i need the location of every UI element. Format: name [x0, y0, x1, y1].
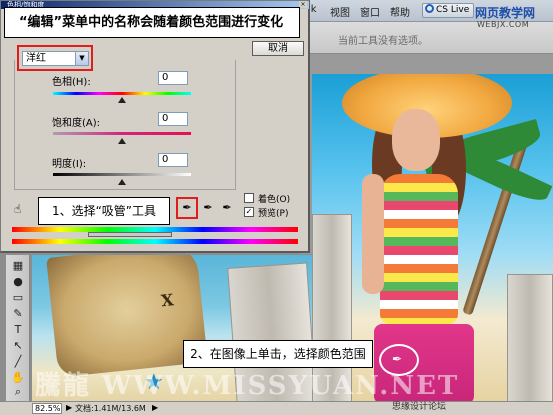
status-arrow-icon[interactable]: ▶ [152, 403, 158, 412]
saturation-slider-thumb[interactable] [118, 138, 126, 144]
options-text: 当前工具没有选项。 [338, 36, 428, 47]
menu-item-window[interactable]: 窗口 [360, 4, 380, 19]
close-icon[interactable]: × [299, 1, 307, 8]
colorize-label: 着色(O) [258, 195, 291, 205]
hand-icon[interactable]: ✋ [10, 371, 26, 385]
hand-drag-icon[interactable]: ☝ [14, 202, 21, 216]
menu-item-view[interactable]: 视图 [330, 4, 350, 19]
color-range-bar-bottom [12, 239, 298, 244]
saturation-input[interactable]: 0 [158, 112, 188, 126]
eyedropper-minus-icon[interactable]: ✒ [219, 200, 235, 215]
type-icon[interactable]: T [10, 323, 26, 337]
toolbox: ▦ ● ▭ ✎ T ↖ ╱ ✋ ⌕ [6, 255, 30, 401]
gradient-icon[interactable]: ▭ [10, 291, 26, 305]
hue-input[interactable]: 0 [158, 71, 188, 85]
arm [362, 174, 384, 294]
quick-select-icon[interactable]: ▦ [10, 259, 26, 273]
zoom-level[interactable]: 82.5% [32, 403, 62, 414]
striped-swimsuit [380, 174, 458, 324]
saturation-slider-track[interactable] [53, 132, 191, 135]
menu-item-help[interactable]: 帮助 [390, 4, 410, 19]
cs-live-button[interactable]: CS Live [422, 3, 474, 18]
colorize-checkbox[interactable] [244, 193, 254, 203]
path-select-icon[interactable]: ↖ [10, 339, 26, 353]
watermark-top: 网页教学网 WEBJX.COM [471, 4, 551, 34]
eyedropper-plus-icon[interactable]: ✒ [200, 200, 216, 215]
saturation-label: 饱和度(A): [52, 118, 101, 129]
pen-icon[interactable]: ✎ [10, 307, 26, 321]
document-size: 文档:1.41M/13.6M [75, 404, 146, 413]
adjustment-group [14, 60, 236, 190]
annotation-banner-1: “编辑”菜单中的名称会随着颜色范围进行变化 [4, 7, 300, 38]
lightness-input[interactable]: 0 [158, 153, 188, 167]
brush-icon[interactable]: ● [10, 275, 26, 289]
lightness-slider-thumb[interactable] [118, 179, 126, 185]
hue-slider-thumb[interactable] [118, 97, 126, 103]
eyedropper-highlight [176, 197, 198, 219]
status-bar: 82.5% ▶ 文档:1.41M/13.6M ▶ [0, 401, 553, 415]
watermark-site-cn: 网页教学网 [475, 6, 536, 20]
annotation-banner-3: 2、在图像上单击，选择颜色范围 [183, 340, 373, 368]
annotation-banner-2: 1、选择“吸管”工具 [38, 197, 170, 225]
hue-slider-track[interactable] [53, 92, 191, 95]
preview-checkbox[interactable]: ✓ [244, 207, 254, 217]
hue-label: 色相(H): [52, 77, 91, 88]
lightness-slider-track[interactable] [53, 173, 191, 176]
zoom-icon[interactable]: ⌕ [10, 385, 26, 399]
watermark-site-en: WEBJX.COM [477, 20, 530, 29]
color-range-selector[interactable] [88, 232, 172, 237]
watermark-forum: 思缘设计论坛 [392, 402, 447, 412]
watermark-bottom-logo: 騰龍 WWW.MISSYUAN.NET [35, 371, 460, 401]
eyedropper-cursor-icon: ✒ [392, 352, 403, 366]
lightness-label: 明度(I): [52, 159, 87, 170]
cancel-button[interactable]: 取消 [252, 41, 304, 56]
line-icon[interactable]: ╱ [10, 355, 26, 369]
edit-select-highlight [17, 45, 93, 71]
map-x-mark: X [160, 290, 175, 311]
face [392, 109, 440, 171]
cs-live-icon [425, 4, 434, 13]
status-menu-icon[interactable]: ▶ [66, 403, 72, 412]
preview-label: 预览(P) [258, 209, 289, 219]
